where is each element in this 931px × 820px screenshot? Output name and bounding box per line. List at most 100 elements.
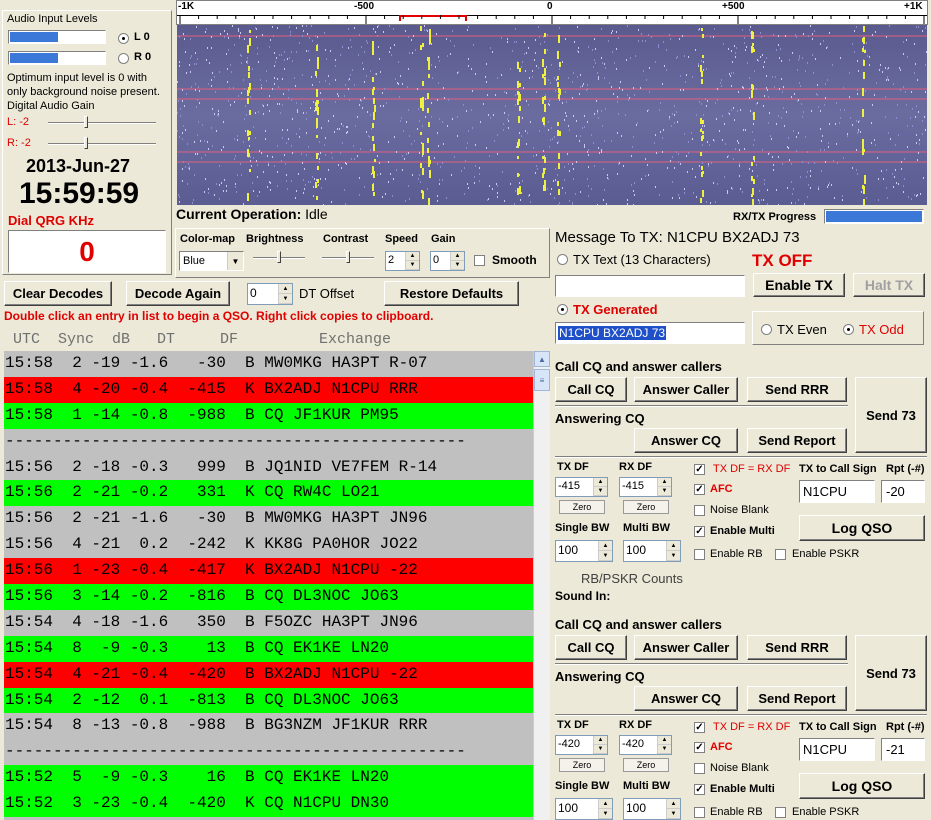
noise-blank-checkbox[interactable] xyxy=(694,505,705,516)
decode-again-button[interactable]: Decode Again xyxy=(126,281,230,306)
decode-row[interactable]: 15:58 1 -14 -0.8 -988 B CQ JF1KUR PM95 xyxy=(4,402,533,429)
smooth-checkbox[interactable] xyxy=(474,255,485,266)
send-report-button[interactable]: Send Report xyxy=(747,428,847,453)
rx-df-spinner[interactable]: -415 ▲ ▼ xyxy=(619,477,672,497)
decode-row[interactable]: 15:56 3 -14 -0.2 -816 B CQ DL3NOC JO63 xyxy=(4,584,533,610)
enable-pskr-label: Enable PSKR xyxy=(792,548,860,560)
rx-df-spinner[interactable]: -420 ▲ ▼ xyxy=(619,735,672,755)
afc-checkbox[interactable]: ✓ xyxy=(694,484,705,495)
gain-l-slider[interactable] xyxy=(48,116,156,128)
single-bw-spinner[interactable]: 100 ▲ ▼ xyxy=(555,798,613,820)
txdf-eq-rxdf-checkbox[interactable]: ✓ xyxy=(694,464,705,475)
tx-even-radio[interactable] xyxy=(761,324,772,335)
multi-bw-spinner[interactable]: 100 ▲ ▼ xyxy=(623,540,681,562)
contrast-slider[interactable] xyxy=(322,251,374,263)
txdf-eq-rxdf-checkbox[interactable]: ✓ xyxy=(694,722,705,733)
decode-row[interactable]: 15:54 8 -13 -0.8 -988 B BG3NZM JF1KUR RR… xyxy=(4,713,533,740)
decode-row[interactable]: 15:52 3 -23 -0.4 -420 K CQ N1CPU DN30 xyxy=(4,791,533,818)
decode-row[interactable]: 15:54 8 -9 -0.3 13 B CQ EK1KE LN20 xyxy=(4,635,533,662)
answer-caller-button[interactable]: Answer Caller xyxy=(634,635,738,660)
gain-spinner[interactable]: 0 ▲ ▼ xyxy=(430,251,465,271)
gain-r-slider[interactable] xyxy=(48,137,156,149)
tx-df-spinner[interactable]: -420 ▲ ▼ xyxy=(555,735,608,755)
waterfall-noise xyxy=(191,55,192,57)
decode-row[interactable]: 15:52 5 -9 -0.3 16 B CQ EK1KE LN20 xyxy=(4,765,533,792)
decode-row[interactable]: 15:56 1 -23 -0.4 -417 K BX2ADJ N1CPU -22 xyxy=(4,558,533,585)
log-qso-button[interactable]: Log QSO xyxy=(799,773,925,799)
waterfall-noise xyxy=(490,47,491,49)
rx-df-zero-button[interactable]: Zero xyxy=(623,500,669,514)
send-73-button[interactable]: Send 73 xyxy=(855,377,927,453)
decode-row[interactable]: 15:56 2 -21 -1.6 -30 B MW0MKG HA3PT JN96 xyxy=(4,506,533,533)
enable-multi-checkbox[interactable]: ✓ xyxy=(694,526,705,537)
rpt-input[interactable]: -20 xyxy=(881,480,925,503)
waterfall-noise xyxy=(752,170,753,172)
waterfall-noise xyxy=(266,80,267,82)
chevron-down-icon[interactable]: ▼ xyxy=(227,252,243,270)
decode-row[interactable]: 15:54 4 -21 -0.4 -420 B BX2ADJ N1CPU -22 xyxy=(4,661,533,688)
decode-row[interactable]: 15:56 4 -21 0.2 -242 K KK8G PA0HOR JO22 xyxy=(4,532,533,559)
waterfall-noise xyxy=(238,95,239,97)
tx-df-zero-button[interactable]: Zero xyxy=(559,500,605,514)
speed-spinner[interactable]: 2 ▲ ▼ xyxy=(385,251,420,271)
tx-df-spinner[interactable]: -415 ▲ ▼ xyxy=(555,477,608,497)
decode-row[interactable]: ----------------------------------------… xyxy=(4,428,533,455)
dial-qrg-field[interactable]: 0 xyxy=(8,230,166,273)
decode-row[interactable]: 15:58 4 -20 -0.4 -415 K BX2ADJ N1CPU RRR xyxy=(4,376,533,403)
send-rrr-button[interactable]: Send RRR xyxy=(747,377,847,402)
waterfall-display[interactable] xyxy=(177,25,927,205)
call-cq-button[interactable]: Call CQ xyxy=(555,377,627,402)
send-rrr-button[interactable]: Send RRR xyxy=(747,635,847,660)
waterfall-noise xyxy=(704,125,705,127)
colormap-select[interactable]: Blue ▼ xyxy=(179,251,244,271)
answer-cq-button[interactable]: Answer CQ xyxy=(634,686,738,711)
brightness-slider[interactable] xyxy=(253,251,305,263)
decode-row[interactable]: 15:54 4 -18 -1.6 350 B F5OZC HA3PT JN96 xyxy=(4,609,533,636)
enable-tx-button[interactable]: Enable TX xyxy=(753,273,845,297)
tx-to-call-input[interactable]: N1CPU xyxy=(799,738,875,761)
tx-df-zero-button[interactable]: Zero xyxy=(559,758,605,772)
log-qso-button[interactable]: Log QSO xyxy=(799,515,925,541)
enable-rb-checkbox[interactable] xyxy=(694,807,705,818)
rpt-input[interactable]: -21 xyxy=(881,738,925,761)
send-73-button[interactable]: Send 73 xyxy=(855,635,927,711)
tx-odd-label: TX Odd xyxy=(859,322,904,337)
decode-row[interactable]: 15:54 2 -12 0.1 -813 B CQ DL3NOC JO63 xyxy=(4,687,533,714)
answer-cq-button[interactable]: Answer CQ xyxy=(634,428,738,453)
scroll-thumb[interactable]: ≡ xyxy=(534,369,550,391)
scroll-up-icon[interactable]: ▲ xyxy=(534,351,550,367)
call-cq-button[interactable]: Call CQ xyxy=(555,635,627,660)
decode-row[interactable]: 15:56 2 -18 -0.3 999 B JQ1NID VE7FEM R-1… xyxy=(4,454,533,481)
waterfall-noise xyxy=(817,94,818,96)
tx-generated-field[interactable]: N1CPU BX2ADJ 73 xyxy=(555,322,745,344)
dt-offset-spinner[interactable]: 0 ▲ ▼ xyxy=(247,283,293,305)
send-report-button[interactable]: Send Report xyxy=(747,686,847,711)
tx-to-call-input[interactable]: N1CPU xyxy=(799,480,875,503)
waterfall-noise xyxy=(880,64,881,66)
tx-odd-radio[interactable] xyxy=(843,324,854,335)
tx-generated-radio[interactable] xyxy=(557,304,568,315)
right-channel-radio[interactable] xyxy=(118,53,129,64)
enable-multi-checkbox[interactable]: ✓ xyxy=(694,784,705,795)
enable-pskr-checkbox[interactable] xyxy=(775,549,786,560)
answer-caller-button[interactable]: Answer Caller xyxy=(634,377,738,402)
waterfall-noise xyxy=(759,202,760,204)
tx-text-radio[interactable] xyxy=(557,254,568,265)
left-channel-radio[interactable] xyxy=(118,33,129,44)
decode-row[interactable]: 15:56 2 -21 -0.2 331 K CQ RW4C LO21 xyxy=(4,480,533,507)
multi-bw-spinner[interactable]: 100 ▲ ▼ xyxy=(623,798,681,820)
afc-checkbox[interactable]: ✓ xyxy=(694,742,705,753)
decode-list[interactable]: 15:58 2 -19 -1.6 -30 B MW0MKG HA3PT R-07… xyxy=(4,351,533,820)
restore-defaults-button[interactable]: Restore Defaults xyxy=(384,281,519,306)
clear-decodes-button[interactable]: Clear Decodes xyxy=(4,281,112,306)
decode-row[interactable]: ----------------------------------------… xyxy=(4,739,533,766)
rx-df-zero-button[interactable]: Zero xyxy=(623,758,669,772)
halt-tx-button[interactable]: Halt TX xyxy=(853,273,925,297)
tx-text-input[interactable] xyxy=(555,275,745,297)
decode-row[interactable]: 15:58 2 -19 -1.6 -30 B MW0MKG HA3PT R-07 xyxy=(4,351,533,377)
list-scrollbar[interactable]: ▲ ≡ xyxy=(533,351,550,820)
enable-rb-checkbox[interactable] xyxy=(694,549,705,560)
single-bw-spinner[interactable]: 100 ▲ ▼ xyxy=(555,540,613,562)
noise-blank-checkbox[interactable] xyxy=(694,763,705,774)
enable-pskr-checkbox[interactable] xyxy=(775,807,786,818)
